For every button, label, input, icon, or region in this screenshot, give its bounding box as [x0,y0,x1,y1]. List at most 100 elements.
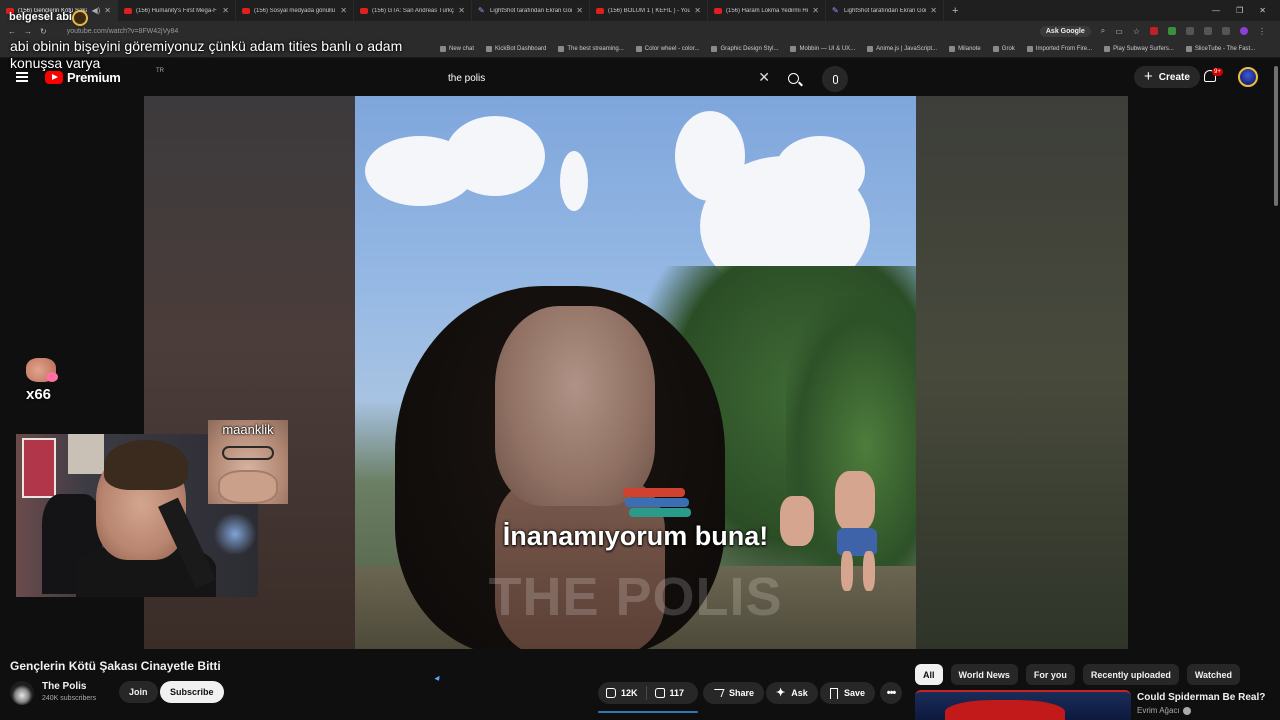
chip-all[interactable]: All [915,664,943,685]
close-window-icon[interactable]: ✕ [1259,6,1266,15]
more-actions-icon[interactable]: ••• [880,682,902,704]
recommendation-channel[interactable]: Evrim Ağacı [1137,706,1191,715]
menu-icon[interactable] [16,72,28,82]
bookmark[interactable]: Color wheel - color... [635,46,700,52]
bookmark[interactable]: Play Subway Surfers... [1104,46,1174,52]
bookmark-label: Color wheel - color... [644,46,700,52]
bookmark-folder[interactable]: Imported From Fire... [1026,46,1092,52]
bookmark-star-icon[interactable]: ☆ [1133,27,1140,36]
dislike-button[interactable]: 117 [647,682,693,704]
extension-icon[interactable] [1150,27,1158,35]
browser-tab[interactable]: (156) Humanity's First Mega-F ✕ [118,0,236,21]
bookmark-label: Play Subway Surfers... [1113,46,1174,52]
address-bar[interactable]: youtube.com/watch?v=8FW42jVy84 [67,28,179,35]
tab-close-icon[interactable]: ✕ [930,6,937,15]
bookmark-favicon-icon [558,46,565,52]
cloud [560,151,588,211]
account-avatar[interactable] [1238,67,1258,87]
page-scrollbar[interactable] [1272,58,1280,720]
join-button[interactable]: Join [119,681,158,703]
video-player[interactable]: İnanamıyorum buna! THE POLIS [144,96,1128,649]
reload-icon[interactable]: ↻ [40,27,47,36]
tab-mute-icon[interactable]: ◀) [91,6,100,15]
tab-close-icon[interactable]: ✕ [576,6,583,15]
bookmark-label: Anime.js | JavaScript... [876,46,938,52]
bracelet [623,488,685,497]
minimize-icon[interactable]: — [1212,6,1220,15]
cloud [445,116,545,196]
guest-cam: maanklik [208,420,288,504]
channel-avatar[interactable] [10,681,34,705]
bookmark[interactable]: Mobbin — UI & UX... [790,46,855,52]
chrome-menu-icon[interactable]: ⋮ [1258,27,1266,36]
like-button[interactable]: 12K [598,682,646,704]
chip-world-news[interactable]: World News [950,664,1018,685]
recommendation-title[interactable]: Could Spiderman Be Real? [1137,692,1265,703]
zoom-icon[interactable]: ⌕ [1101,26,1105,36]
chip-watched[interactable]: Watched [1186,664,1241,685]
browser-tab[interactable]: (156) GTA: San Andreas Türkçe ✕ [354,0,472,21]
subscribe-button[interactable]: Subscribe [160,681,224,703]
bookmark-favicon-icon [1104,46,1111,52]
scrollbar-thumb[interactable] [1274,66,1278,206]
ask-google-button[interactable]: Ask Google [1039,25,1091,37]
search-button[interactable] [776,66,810,90]
channel-name[interactable]: The Polis [42,681,86,692]
create-button[interactable]: + Create [1134,66,1200,88]
youtube-favicon-icon [596,7,604,14]
save-button[interactable]: Save [820,682,876,704]
tab-close-icon[interactable]: ✕ [694,6,701,15]
bookmark-favicon-icon [635,46,642,52]
bracelet [629,508,691,517]
extensions-puzzle-icon[interactable] [1204,27,1212,35]
bookmark[interactable]: Anime.js | JavaScript... [867,46,937,52]
tab-close-icon[interactable]: ✕ [458,6,465,15]
bookmark[interactable]: Milanote [949,46,981,52]
clear-search-icon[interactable]: ✕ [758,69,770,86]
bookmark[interactable]: SliceTube - The Fast... [1185,46,1255,52]
profile-avatar-icon[interactable] [1240,27,1248,35]
browser-tab-strip: (156) Gençlerin Kötü Şakası ◀) ✕ (156) Hum… [0,0,1280,21]
browser-tab[interactable]: (156) Sosyal medyada gönüllü ✕ [236,0,354,21]
browser-tab[interactable]: ✎ LightShot tarafından Ekran Gör ✕ [472,0,590,21]
screen: (156) Gençlerin Kötü Şakası ◀) ✕ (156) Hum… [0,0,1280,720]
back-icon[interactable]: ← [8,27,16,36]
bookmark[interactable]: The best streaming... [558,46,624,52]
youtube-premium-logo[interactable]: Premium TR [45,68,164,85]
heart-icon [46,372,58,382]
tab-close-icon[interactable]: ✕ [222,6,229,15]
video-frame[interactable]: İnanamıyorum buna! THE POLIS [355,96,916,649]
tab-title: LightShot tarafından Ekran Gör [844,7,927,14]
bookmark[interactable]: New chat [440,46,474,52]
recommendation-thumbnail[interactable] [915,690,1131,720]
ask-button[interactable]: ✦ Ask [766,682,818,704]
dislike-count: 117 [669,688,685,698]
thumbnail-art [945,700,1065,720]
tab-close-icon[interactable]: ✕ [104,6,111,15]
search-input[interactable]: the polis ✕ [438,66,776,90]
tab-close-icon[interactable]: ✕ [340,6,347,15]
new-tab-button[interactable]: + [944,5,966,17]
chip-for-you[interactable]: For you [1025,664,1075,685]
browser-tab[interactable]: (156) Haram Lokma Yedirmi Hi ✕ [708,0,826,21]
maximize-icon[interactable]: ❐ [1236,6,1243,15]
tab-close-icon[interactable]: ✕ [812,6,819,15]
bookmark-label: New chat [449,46,475,52]
bookmark[interactable]: KickBot Dashboard [486,46,546,52]
sidepanel-icon[interactable] [1222,27,1230,35]
extension-icon[interactable] [1168,27,1176,35]
extension-icon[interactable] [1186,27,1194,35]
share-button[interactable]: Share [703,682,765,704]
emote-count: x66 [26,386,52,403]
save-label: Save [844,688,866,698]
cast-icon[interactable]: ▭ [1115,27,1123,36]
voice-search-button[interactable] [822,66,848,92]
chip-recently-uploaded[interactable]: Recently uploaded [1082,664,1179,685]
browser-tab[interactable]: ✎ LightShot tarafından Ekran Gör ✕ [826,0,944,21]
bookmark[interactable]: Graphic Design Styl... [711,46,778,52]
bookmark[interactable]: Grok [992,46,1015,52]
bookmark-favicon-icon [949,46,956,52]
lightshot-favicon-icon: ✎ [832,5,839,15]
browser-tab[interactable]: (156) BÖLÜM 1 ( KEFİL ) - YouT ✕ [590,0,708,21]
forward-icon[interactable]: → [24,27,32,36]
